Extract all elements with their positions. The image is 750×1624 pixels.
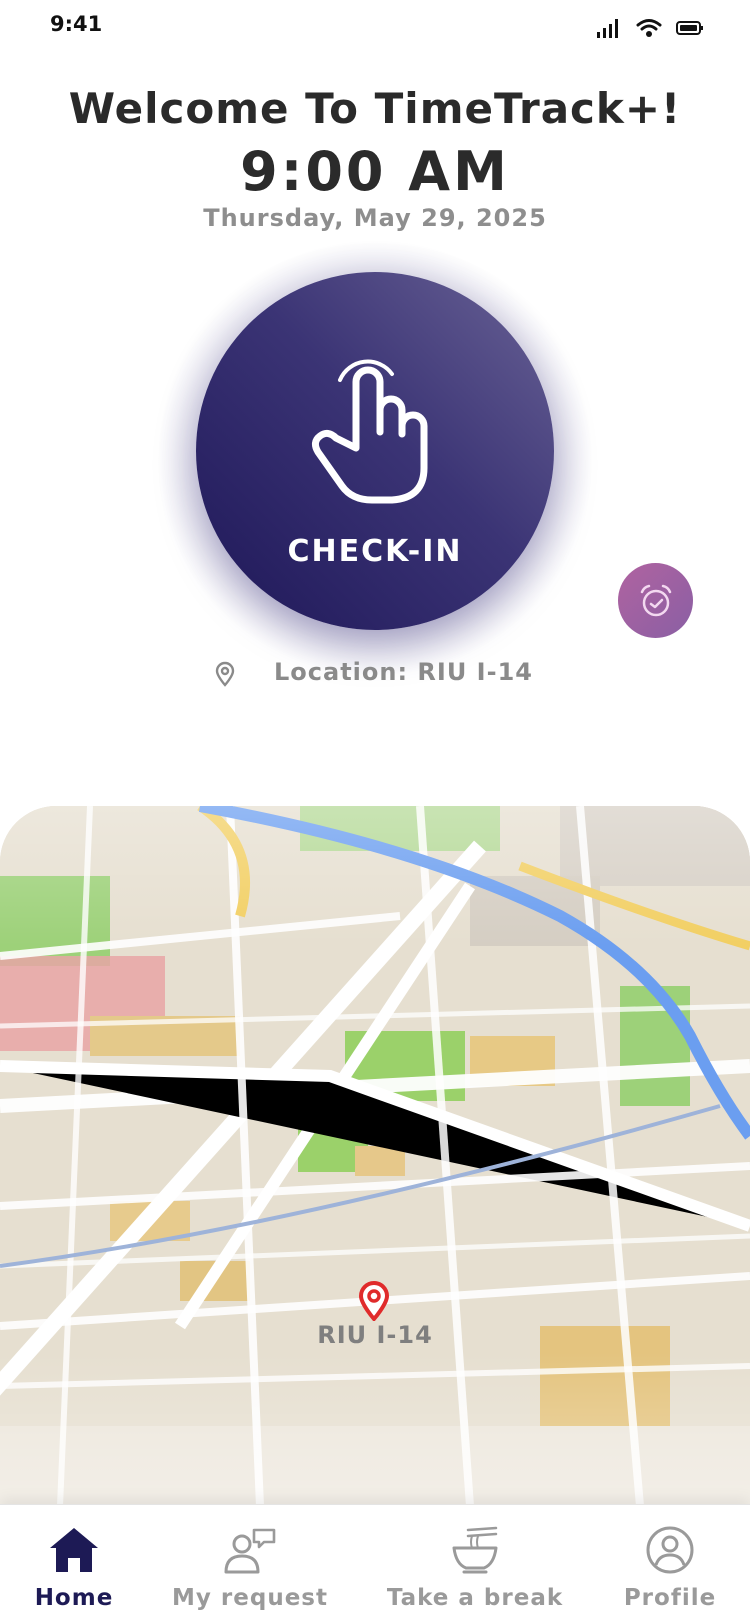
location-row: Location: RIU I-14 <box>0 656 750 692</box>
checkin-label: CHECK-IN <box>287 534 463 569</box>
profile-icon <box>645 1525 695 1575</box>
noodle-bowl-icon <box>450 1525 500 1575</box>
status-bar: 9:41 <box>0 0 750 60</box>
nav-label-home: Home <box>34 1585 114 1611</box>
wifi-icon <box>636 18 662 42</box>
bottom-nav: Home My request Take a break Profile <box>0 1504 750 1624</box>
nav-item-my-request[interactable]: My request <box>172 1505 327 1624</box>
nav-item-profile[interactable]: Profile <box>620 1505 720 1624</box>
current-date: Thursday, May 29, 2025 <box>203 204 547 232</box>
status-time: 9:41 <box>50 12 103 36</box>
nav-item-home[interactable]: Home <box>24 1505 124 1624</box>
current-time: 9:00 AM <box>240 140 510 203</box>
status-icons <box>596 18 704 42</box>
alarm-button[interactable] <box>618 563 693 638</box>
welcome-title: Welcome To TimeTrack+! <box>68 84 682 133</box>
screen: 9:41 Welcome To TimeTrack+! 9:00 AM Thur… <box>0 0 750 1624</box>
signal-icon <box>596 18 622 42</box>
checkin-button[interactable]: CHECK-IN <box>196 272 554 630</box>
request-icon <box>222 1525 278 1575</box>
map-pin-icon[interactable] <box>358 1281 390 1321</box>
nav-label-take-a-break: Take a break <box>386 1585 564 1611</box>
location-text: Location: RIU I-14 <box>274 658 533 686</box>
nav-item-take-a-break[interactable]: Take a break <box>387 1505 562 1624</box>
tap-hand-icon <box>311 359 428 504</box>
alarm-clock-icon <box>640 584 671 616</box>
map-pin-label: RIU I-14 <box>317 1321 433 1349</box>
map-background <box>0 806 750 1506</box>
location-pin-icon <box>215 661 235 687</box>
home-icon <box>48 1525 100 1575</box>
battery-icon <box>676 20 704 40</box>
map-view[interactable]: RIU I-14 <box>0 806 750 1506</box>
nav-label-my-request: My request <box>172 1585 328 1611</box>
nav-label-profile: Profile <box>623 1585 717 1611</box>
